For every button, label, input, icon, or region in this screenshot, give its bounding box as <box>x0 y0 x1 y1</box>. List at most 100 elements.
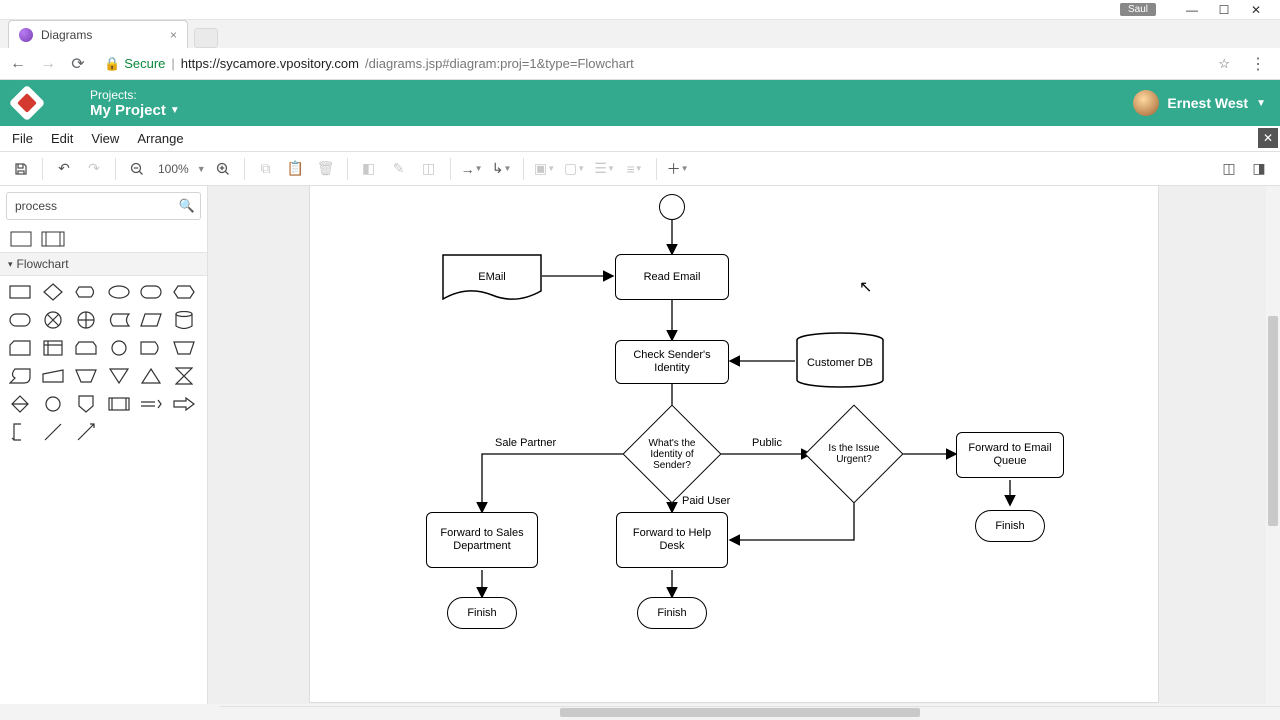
shape-sort[interactable] <box>8 394 32 414</box>
menu-edit[interactable]: Edit <box>51 131 73 146</box>
shape-decision[interactable] <box>41 282 65 302</box>
node-finish-1[interactable]: Finish <box>447 597 517 629</box>
shape-terminator[interactable] <box>139 282 163 302</box>
node-forward-sales[interactable]: Forward to Sales Department <box>426 512 538 568</box>
edge-label-public[interactable]: Public <box>752 437 782 449</box>
shape-predefined-process[interactable] <box>42 230 64 248</box>
shape-transfer[interactable] <box>139 394 163 414</box>
shape-extract[interactable] <box>139 366 163 386</box>
url-field[interactable]: 🔒 Secure | https://sycamore.vpository.co… <box>98 52 1234 76</box>
scrollbar-thumb[interactable] <box>560 708 920 717</box>
shape-summing[interactable] <box>41 310 65 330</box>
edge-label-sale-partner[interactable]: Sale Partner <box>495 437 556 449</box>
edge-label-paid-user[interactable]: Paid User <box>682 495 730 507</box>
shape-display[interactable] <box>74 282 98 302</box>
shape-manual-operation[interactable] <box>172 338 196 358</box>
shape-tape[interactable] <box>8 366 32 386</box>
shape-connector[interactable] <box>107 338 131 358</box>
nav-back-icon[interactable]: ← <box>8 55 28 73</box>
new-tab-button[interactable] <box>194 28 218 48</box>
waypoint-style-icon[interactable]: ↳ ▼ <box>489 156 515 182</box>
menu-file[interactable]: File <box>12 131 33 146</box>
connection-style-icon[interactable]: → ▼ <box>459 156 485 182</box>
search-icon[interactable]: 🔍 <box>179 198 195 214</box>
horizontal-scrollbar[interactable] <box>220 706 1280 718</box>
shape-collate[interactable] <box>172 366 196 386</box>
zoom-out-icon[interactable] <box>124 156 150 182</box>
line-color-icon[interactable]: ✎ <box>386 156 412 182</box>
distribute-icon[interactable]: ≡ ▼ <box>622 156 648 182</box>
node-decision-urgent[interactable]: Is the Issue Urgent? <box>819 419 889 489</box>
shadow-icon[interactable]: ◫ <box>416 156 442 182</box>
shape-or[interactable] <box>74 310 98 330</box>
window-close-button[interactable]: ✕ <box>1240 0 1272 20</box>
save-icon[interactable] <box>8 156 34 182</box>
window-maximize-button[interactable]: ☐ <box>1208 0 1240 20</box>
fill-color-icon[interactable]: ◧ <box>356 156 382 182</box>
node-read-email[interactable]: Read Email <box>615 254 729 300</box>
node-customer-db[interactable]: Customer DB <box>795 332 885 388</box>
diagram-canvas[interactable]: EMail Read Email Check Sender's Identity… <box>310 186 1158 702</box>
undo-icon[interactable]: ↶ <box>51 156 77 182</box>
project-selector[interactable]: Projects: My Project ▼ <box>90 88 180 119</box>
shape-arrow-line[interactable] <box>74 422 98 442</box>
shape-search-input[interactable] <box>6 192 201 220</box>
chevron-down-icon[interactable]: ▼ <box>197 164 206 174</box>
shape-subprocess[interactable] <box>107 394 131 414</box>
shape-preparation[interactable] <box>172 282 196 302</box>
bookmark-star-icon[interactable]: ☆ <box>1218 56 1234 72</box>
app-logo-icon[interactable] <box>9 85 46 122</box>
to-back-icon[interactable]: ▢ ▼ <box>562 156 588 182</box>
redo-icon[interactable]: ↷ <box>81 156 107 182</box>
node-forward-email-queue[interactable]: Forward to Email Queue <box>956 432 1064 478</box>
format-panel-toggle-icon[interactable]: ◫ <box>1216 156 1242 182</box>
delete-icon[interactable]: 🗑 <box>313 156 339 182</box>
panel-close-button[interactable]: ✕ <box>1258 128 1278 148</box>
shape-annotation[interactable] <box>8 422 32 442</box>
nav-reload-icon[interactable]: ⟳ <box>68 54 88 74</box>
node-finish-3[interactable]: Finish <box>975 510 1045 542</box>
shape-internal-storage[interactable] <box>41 338 65 358</box>
shape-database[interactable] <box>172 310 196 330</box>
shape-card[interactable] <box>8 338 32 358</box>
browser-menu-icon[interactable]: ⋮ <box>1244 54 1272 74</box>
menu-arrange[interactable]: Arrange <box>137 131 183 146</box>
shape-trapezoid-down[interactable] <box>74 366 98 386</box>
window-minimize-button[interactable]: — <box>1176 0 1208 20</box>
shape-process[interactable] <box>10 230 32 248</box>
browser-tab[interactable]: Diagrams × <box>8 20 188 48</box>
category-header-flowchart[interactable]: ▾ Flowchart <box>0 252 207 276</box>
outline-panel-toggle-icon[interactable]: ◨ <box>1246 156 1272 182</box>
shape-circle[interactable] <box>41 394 65 414</box>
node-decision-identity[interactable]: What's the Identity of Sender? <box>637 419 707 489</box>
user-menu[interactable]: Ernest West ▼ <box>1133 90 1266 116</box>
node-start[interactable] <box>659 194 685 220</box>
shape-line[interactable] <box>41 422 65 442</box>
nav-forward-icon[interactable]: → <box>38 55 58 73</box>
shape-stadium[interactable] <box>8 310 32 330</box>
shape-merge[interactable] <box>107 366 131 386</box>
node-email-document[interactable]: EMail <box>442 254 542 300</box>
node-finish-2[interactable]: Finish <box>637 597 707 629</box>
paste-icon[interactable]: 📋 <box>283 156 309 182</box>
vertical-scrollbar[interactable] <box>1266 186 1280 704</box>
tab-close-icon[interactable]: × <box>170 28 177 42</box>
align-icon[interactable]: ☰ ▼ <box>592 156 618 182</box>
menu-view[interactable]: View <box>91 131 119 146</box>
shape-offpage[interactable] <box>74 394 98 414</box>
node-forward-help-desk[interactable]: Forward to Help Desk <box>616 512 728 568</box>
insert-icon[interactable]: ＋ ▼ <box>665 156 691 182</box>
shape-rectangle[interactable] <box>8 282 32 302</box>
shape-delay[interactable] <box>139 338 163 358</box>
zoom-level[interactable]: 100% <box>154 162 193 176</box>
copy-icon[interactable]: ⧉ <box>253 156 279 182</box>
shape-arrow[interactable] <box>172 394 196 414</box>
to-front-icon[interactable]: ▣ ▼ <box>532 156 558 182</box>
scrollbar-thumb[interactable] <box>1268 316 1278 526</box>
shape-ellipse[interactable] <box>107 282 131 302</box>
node-check-identity[interactable]: Check Sender's Identity <box>615 340 729 384</box>
shape-data[interactable] <box>139 310 163 330</box>
shape-loop-limit[interactable] <box>74 338 98 358</box>
shape-stored-data[interactable] <box>107 310 131 330</box>
canvas-area[interactable]: EMail Read Email Check Sender's Identity… <box>208 186 1280 704</box>
